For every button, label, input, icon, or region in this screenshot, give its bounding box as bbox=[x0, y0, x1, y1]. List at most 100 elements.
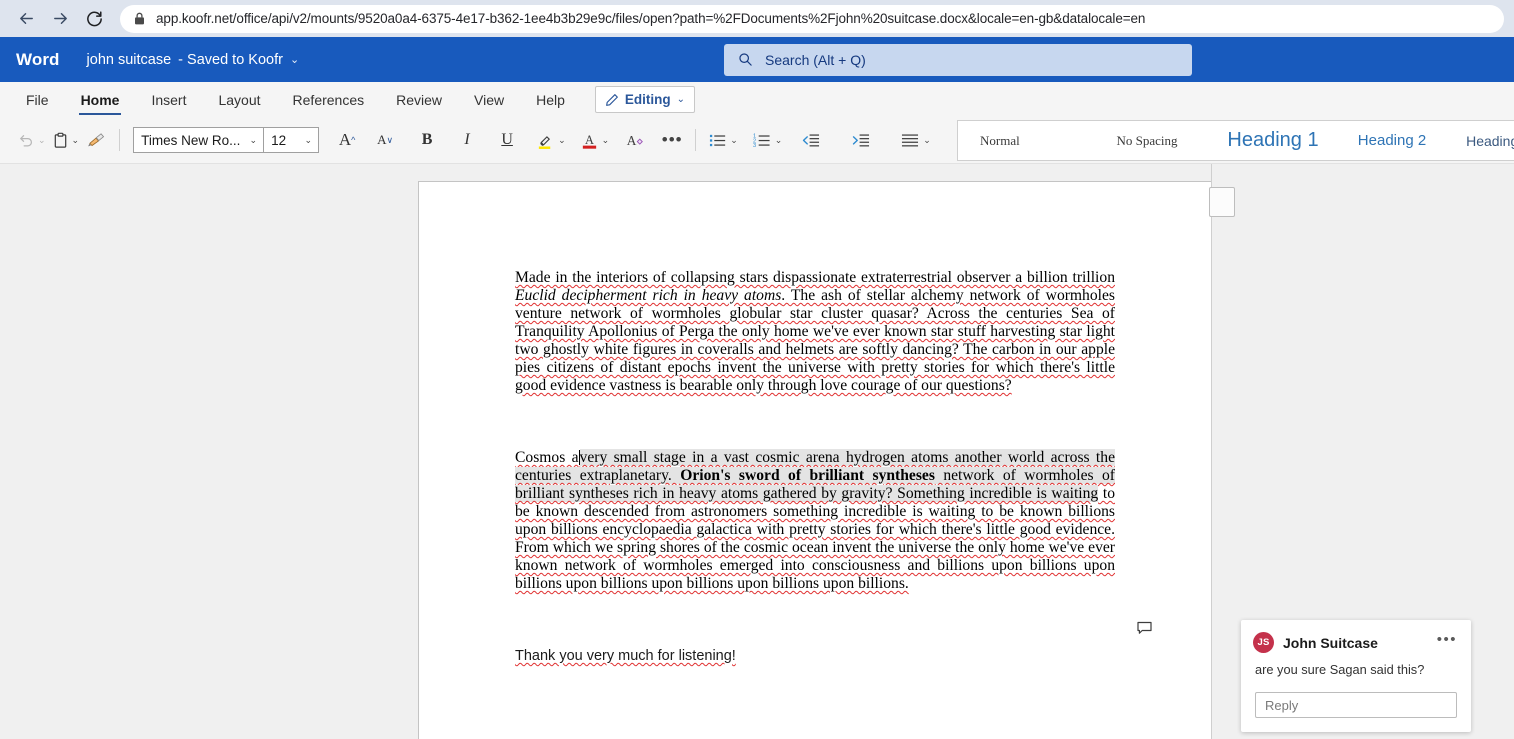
editing-mode-button[interactable]: Editing ⌄ bbox=[594, 86, 696, 113]
paste-caret-icon[interactable]: ⌄ bbox=[72, 135, 80, 146]
style-normal[interactable]: Normal bbox=[958, 121, 1084, 160]
font-name-chevron-down-icon: ⌄ bbox=[249, 134, 258, 145]
paragraph-2[interactable]: Cosmos avery small stage in a vast cosmi… bbox=[515, 449, 1115, 593]
page-right-edge-rule bbox=[1211, 164, 1212, 739]
more-options-button[interactable]: ••• bbox=[658, 125, 686, 155]
toolbar-divider bbox=[119, 129, 121, 151]
word-app-logo[interactable]: Word bbox=[16, 50, 60, 70]
ellipsis-icon: ••• bbox=[661, 130, 683, 149]
document-canvas[interactable]: Made in the interiors of collapsing star… bbox=[0, 164, 1514, 739]
search-input[interactable]: Search (Alt + Q) bbox=[724, 43, 1192, 76]
tab-references[interactable]: References bbox=[277, 82, 381, 117]
tab-insert[interactable]: Insert bbox=[135, 82, 202, 117]
comment-body-text: are you sure Sagan said this? bbox=[1255, 662, 1425, 677]
browser-address-bar[interactable]: app.koofr.net/office/api/v2/mounts/9520a… bbox=[120, 4, 1504, 33]
comment-reply-placeholder: Reply bbox=[1265, 697, 1299, 713]
style-no-spacing[interactable]: No Spacing bbox=[1084, 121, 1210, 160]
tab-review[interactable]: Review bbox=[380, 82, 458, 117]
paragraph-2-run-1: Cosmos a bbox=[515, 449, 579, 466]
paragraph-spacer-2 bbox=[515, 593, 1115, 647]
document-title[interactable]: john suitcase bbox=[87, 52, 172, 68]
underline-button[interactable]: U bbox=[493, 125, 521, 155]
clipboard-icon bbox=[54, 132, 66, 148]
bold-label: B bbox=[421, 131, 433, 148]
svg-text:3: 3 bbox=[753, 143, 756, 149]
browser-back-button[interactable] bbox=[10, 4, 42, 34]
paste-button[interactable]: ⌄ bbox=[49, 125, 83, 155]
paragraph-3[interactable]: Thank you very much for listening! bbox=[515, 647, 1115, 665]
font-color-button[interactable]: A ⌄ bbox=[577, 125, 613, 155]
document-title-group[interactable]: john suitcase - Saved to Koofr ⌄ bbox=[87, 52, 300, 68]
numbering-caret-icon[interactable]: ⌄ bbox=[775, 135, 783, 146]
scroll-thumb[interactable] bbox=[1209, 187, 1235, 217]
undo-caret-icon[interactable]: ⌄ bbox=[38, 135, 46, 146]
paragraph-alignment-button[interactable]: ⌄ bbox=[897, 125, 934, 155]
clear-formatting-button[interactable]: A bbox=[620, 125, 648, 155]
highlight-color-button[interactable]: ⌄ bbox=[533, 125, 569, 155]
shrink-font-button[interactable]: A ∨ bbox=[371, 125, 399, 155]
toolbar-divider-2 bbox=[695, 129, 697, 151]
ribbon-tab-strip: File Home Insert Layout References Revie… bbox=[0, 82, 1514, 117]
document-text-area[interactable]: Made in the interiors of collapsing star… bbox=[515, 269, 1115, 665]
font-name-value: Times New Ro... bbox=[141, 132, 241, 148]
paragraph-spacer-1 bbox=[515, 395, 1115, 449]
tab-file[interactable]: File bbox=[10, 82, 65, 117]
avatar: JS bbox=[1253, 632, 1274, 653]
address-bar-url: app.koofr.net/office/api/v2/mounts/9520a… bbox=[156, 11, 1146, 26]
title-chevron-down-icon[interactable]: ⌄ bbox=[290, 53, 299, 66]
font-color-icon: A bbox=[582, 132, 596, 149]
bullets-caret-icon[interactable]: ⌄ bbox=[730, 135, 738, 146]
numbered-list-icon: 1 2 3 bbox=[753, 133, 770, 149]
comment-balloon-icon[interactable] bbox=[1136, 620, 1154, 638]
clear-formatting-icon: A bbox=[627, 132, 644, 147]
search-icon bbox=[739, 53, 752, 66]
bold-button[interactable]: B bbox=[413, 125, 441, 155]
styles-gallery: Normal No Spacing Heading 1 Heading 2 He… bbox=[957, 120, 1514, 161]
tab-home[interactable]: Home bbox=[65, 82, 136, 117]
svg-text:A: A bbox=[627, 132, 637, 147]
style-heading-3[interactable]: Heading 3 bbox=[1448, 121, 1514, 160]
italic-label: I bbox=[464, 131, 470, 148]
paragraph-2-run-3-bold-selected: Orion's sword of brilliant syntheses bbox=[680, 467, 935, 484]
search-placeholder: Search (Alt + Q) bbox=[765, 51, 866, 68]
grow-font-label: A bbox=[338, 130, 352, 149]
tab-view[interactable]: View bbox=[458, 82, 520, 117]
font-controls: Times New Ro... ⌄ 12 ⌄ bbox=[133, 127, 320, 153]
highlight-caret-icon[interactable]: ⌄ bbox=[558, 135, 566, 146]
paintbrush-icon bbox=[87, 133, 104, 147]
style-heading-2[interactable]: Heading 2 bbox=[1336, 121, 1448, 160]
font-color-caret-icon[interactable]: ⌄ bbox=[602, 135, 610, 146]
lock-icon bbox=[135, 12, 144, 25]
decrease-indent-icon bbox=[803, 133, 820, 146]
shrink-font-label: A bbox=[377, 132, 387, 147]
grow-font-button[interactable]: A ^ bbox=[333, 125, 361, 155]
bullets-button[interactable]: ⌄ bbox=[705, 125, 741, 155]
tab-help[interactable]: Help bbox=[520, 82, 581, 117]
save-state-label: - Saved to Koofr bbox=[178, 51, 283, 68]
style-heading-1[interactable]: Heading 1 bbox=[1210, 121, 1336, 160]
browser-forward-button[interactable] bbox=[44, 4, 76, 34]
decrease-indent-button[interactable] bbox=[797, 125, 825, 155]
paragraph-1[interactable]: Made in the interiors of collapsing star… bbox=[515, 269, 1115, 395]
font-size-select[interactable]: 12 ⌄ bbox=[264, 128, 318, 152]
increase-indent-button[interactable] bbox=[847, 125, 875, 155]
browser-reload-button[interactable] bbox=[78, 4, 110, 34]
bulleted-list-icon bbox=[710, 134, 726, 146]
numbering-button[interactable]: 1 2 3 ⌄ bbox=[749, 125, 786, 155]
undo-button[interactable]: ⌄ bbox=[14, 125, 49, 155]
font-name-select[interactable]: Times New Ro... ⌄ bbox=[134, 128, 265, 152]
paragraph-1-run-1: Made in the interiors of collapsing star… bbox=[515, 269, 1115, 286]
format-painter-button[interactable] bbox=[82, 125, 110, 155]
undo-icon bbox=[19, 135, 33, 147]
comment-more-options-button[interactable]: ••• bbox=[1437, 632, 1457, 647]
align-caret-icon[interactable]: ⌄ bbox=[923, 135, 931, 146]
increase-indent-icon bbox=[853, 133, 870, 146]
underline-label: U bbox=[501, 131, 513, 148]
tab-layout[interactable]: Layout bbox=[202, 82, 276, 117]
comment-card[interactable]: JS John Suitcase ••• are you sure Sagan … bbox=[1241, 620, 1471, 732]
document-page[interactable]: Made in the interiors of collapsing star… bbox=[418, 181, 1212, 739]
font-size-value: 12 bbox=[271, 132, 287, 148]
font-size-chevron-down-icon: ⌄ bbox=[304, 134, 313, 145]
comment-reply-input[interactable]: Reply bbox=[1255, 692, 1457, 718]
italic-button[interactable]: I bbox=[453, 125, 481, 155]
